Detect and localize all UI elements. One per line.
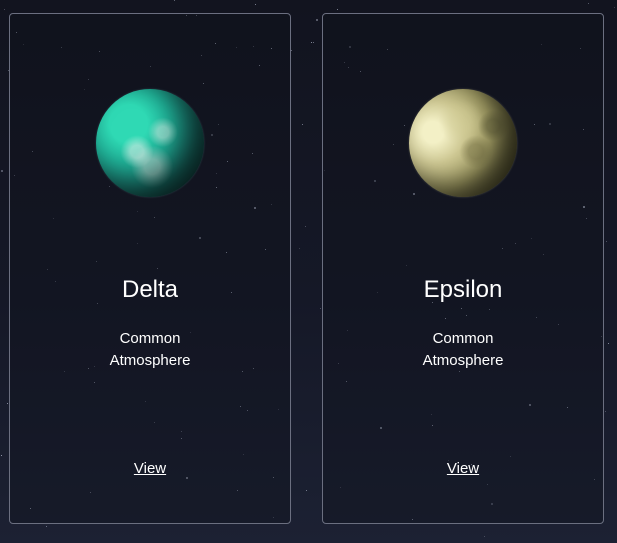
planet-info: Common Atmosphere — [323, 328, 603, 372]
view-link-epsilon[interactable]: View — [323, 460, 603, 477]
planet-card-epsilon: Epsilon Common Atmosphere View — [322, 13, 604, 524]
star — [605, 411, 606, 412]
view-link-delta[interactable]: View — [10, 460, 290, 477]
star — [46, 526, 47, 527]
star — [484, 536, 485, 537]
star — [1, 170, 3, 172]
planet-name: Delta — [121, 276, 179, 303]
planet-info: Common Atmosphere — [10, 328, 290, 372]
star — [1, 455, 2, 456]
star — [306, 490, 307, 491]
star — [4, 9, 5, 10]
star — [291, 50, 292, 51]
planet-name: Epsilon — [423, 276, 503, 303]
star — [606, 241, 607, 242]
star — [174, 0, 175, 1]
star — [588, 3, 589, 4]
star — [7, 403, 8, 404]
star — [255, 4, 256, 5]
teal-cloudy-planet-icon — [96, 89, 204, 197]
planet-type: Atmosphere — [422, 352, 504, 369]
star — [311, 42, 312, 43]
star — [337, 9, 338, 10]
planet-type: Atmosphere — [109, 352, 191, 369]
star — [299, 248, 300, 249]
planet-rarity: Common — [119, 330, 181, 347]
star — [316, 19, 318, 21]
star — [313, 42, 314, 43]
planet-rarity: Common — [432, 330, 494, 347]
star — [614, 7, 615, 8]
star — [302, 124, 303, 125]
star — [320, 308, 321, 309]
star — [305, 226, 306, 227]
olive-rocky-planet-icon — [409, 89, 517, 197]
star — [608, 343, 609, 344]
planet-card-delta: Delta Common Atmosphere View — [9, 13, 291, 524]
